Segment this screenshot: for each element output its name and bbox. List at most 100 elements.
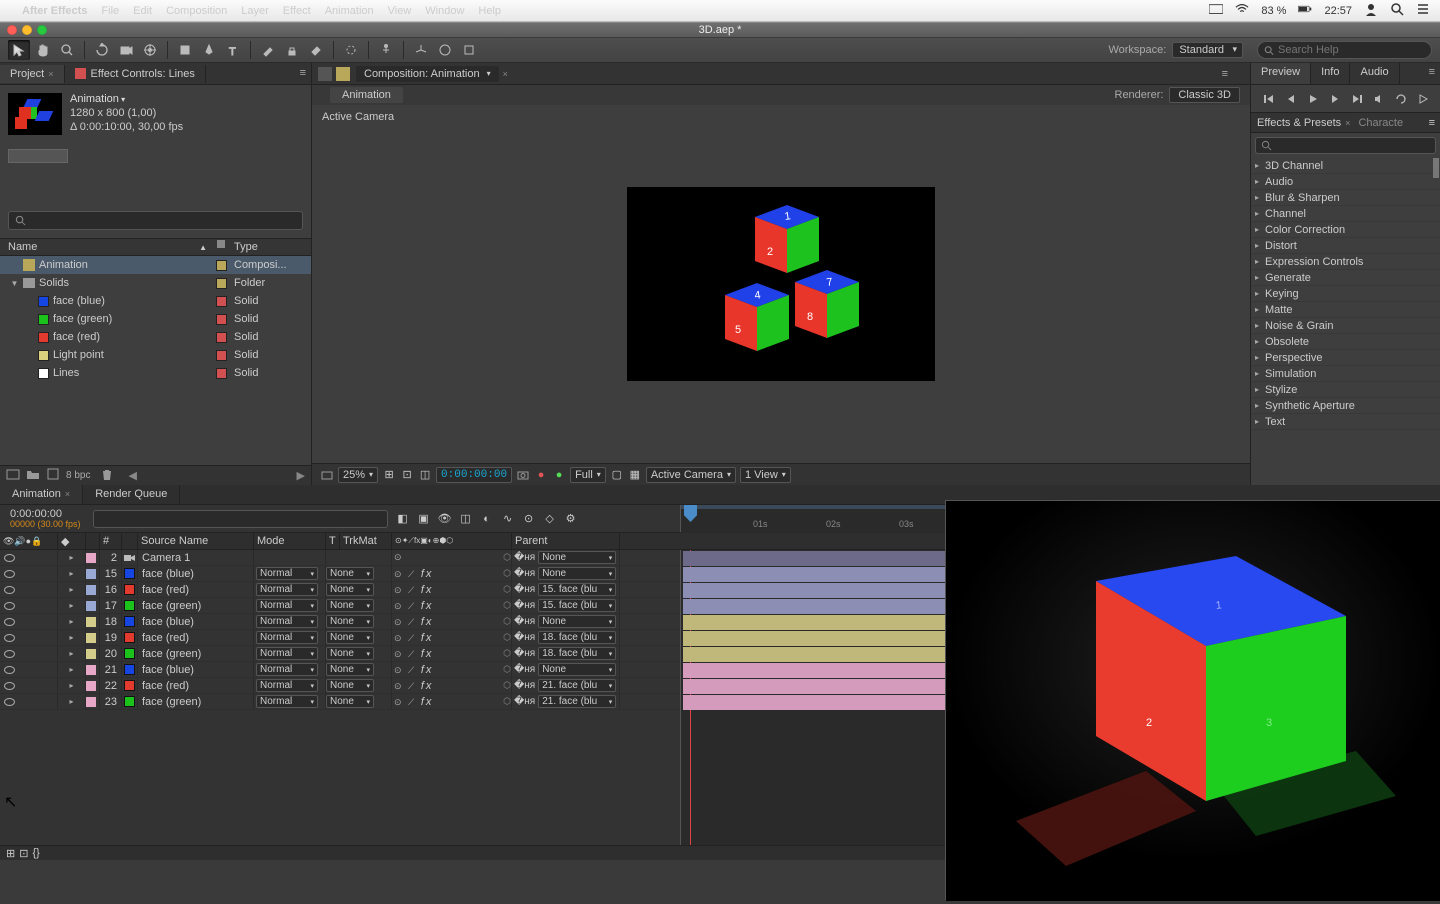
project-item[interactable]: face (green)Solid — [0, 310, 311, 328]
grid-icon[interactable]: ⊞ — [382, 468, 396, 482]
effect-category[interactable]: ▸Obsolete — [1251, 334, 1440, 350]
timeline-comp-tab[interactable]: Animation× — [0, 485, 83, 504]
effect-category[interactable]: ▸Distort — [1251, 238, 1440, 254]
effect-category[interactable]: ▸Blur & Sharpen — [1251, 190, 1440, 206]
preview-tab[interactable]: Preview — [1251, 63, 1311, 84]
rectangle-tool[interactable] — [174, 40, 196, 60]
render-queue-tab[interactable]: Render Queue — [83, 485, 180, 504]
effect-category[interactable]: ▸3D Channel — [1251, 158, 1440, 174]
current-timecode[interactable]: 0:00:00:00 00000 (30.00 fps) — [0, 509, 81, 529]
puppet-tool[interactable] — [375, 40, 397, 60]
draft-3d-icon[interactable]: ▣ — [415, 510, 433, 528]
resolution-dropdown[interactable]: Full — [570, 467, 606, 483]
menu-file[interactable]: File — [101, 5, 119, 17]
visibility-toggle[interactable] — [4, 634, 15, 642]
loop-button[interactable] — [1392, 91, 1410, 107]
effect-category[interactable]: ▸Color Correction — [1251, 222, 1440, 238]
channel-icon[interactable]: ● — [534, 468, 548, 482]
timeline-layer[interactable]: ▸2Camera 1⊙ ⬡�няNone — [0, 550, 680, 566]
pen-tool[interactable] — [198, 40, 220, 60]
effect-category[interactable]: ▸Keying — [1251, 286, 1440, 302]
panel-menu-icon[interactable]: ≡ — [1222, 68, 1228, 80]
timeline-layer[interactable]: ▸21face (blue)NormalNone⊙ ⟋ fx ⬡�няNone — [0, 662, 680, 678]
wifi-icon[interactable] — [1235, 2, 1249, 19]
new-folder-icon[interactable] — [26, 467, 40, 484]
effect-category[interactable]: ▸Stylize — [1251, 382, 1440, 398]
hand-tool[interactable] — [32, 40, 54, 60]
motion-blur-icon[interactable]: ◐ — [478, 510, 496, 528]
visibility-toggle[interactable] — [4, 570, 15, 578]
effect-category[interactable]: ▸Expression Controls — [1251, 254, 1440, 270]
toggle-modes-icon[interactable]: ⊡ — [19, 847, 28, 860]
brainstorm-icon[interactable]: ⊙ — [520, 510, 538, 528]
flowchart-icon[interactable] — [318, 67, 332, 81]
trash-icon[interactable] — [100, 467, 114, 484]
channel-icon2[interactable]: ● — [552, 468, 566, 482]
auto-keyframe-icon[interactable]: ◇ — [541, 510, 559, 528]
timeline-settings-icon[interactable]: ⚙ — [562, 510, 580, 528]
roi-icon[interactable]: ▢ — [610, 468, 624, 482]
project-item[interactable]: Light pointSolid — [0, 346, 311, 364]
ram-preview-button[interactable] — [1414, 91, 1432, 107]
audio-tab[interactable]: Audio — [1350, 63, 1399, 84]
project-list[interactable]: AnimationComposi...▼SolidsFolderface (bl… — [0, 256, 311, 465]
frame-blend-icon[interactable]: ◫ — [457, 510, 475, 528]
shy-icon[interactable]: 👁 — [436, 510, 454, 528]
effect-category[interactable]: ▸Channel — [1251, 206, 1440, 222]
zoom-dropdown[interactable]: 25% — [338, 467, 378, 483]
timeline-layer[interactable]: ▸23face (green)NormalNone⊙ ⟋ fx ⬡�ня21. … — [0, 694, 680, 710]
prev-frame-button[interactable] — [1282, 91, 1300, 107]
brush-tool[interactable] — [257, 40, 279, 60]
layer-list[interactable]: ▸2Camera 1⊙ ⬡�няNone▸15face (blue)Normal… — [0, 550, 680, 845]
effect-category[interactable]: ▸Audio — [1251, 174, 1440, 190]
user-icon[interactable] — [1364, 2, 1378, 19]
next-frame-button[interactable] — [1326, 91, 1344, 107]
window-titlebar[interactable]: 3D.aep * — [0, 22, 1440, 38]
visibility-toggle[interactable] — [4, 650, 15, 658]
effect-category[interactable]: ▸Noise & Grain — [1251, 318, 1440, 334]
character-tab[interactable]: Characte — [1358, 117, 1403, 129]
timeline-layer[interactable]: ▸15face (blue)NormalNone⊙ ⟋ fx ⬡�няNone — [0, 566, 680, 582]
comp-name[interactable]: Animation — [70, 93, 183, 105]
clone-stamp-tool[interactable] — [281, 40, 303, 60]
current-time[interactable]: 0:00:00:00 — [436, 467, 512, 483]
visibility-toggle[interactable] — [4, 602, 15, 610]
renderer-button[interactable]: Classic 3D — [1169, 87, 1240, 103]
next-arrow-icon[interactable]: ▶ — [297, 469, 305, 482]
menu-edit[interactable]: Edit — [133, 5, 152, 17]
guides-icon[interactable]: ⊡ — [400, 468, 414, 482]
playhead[interactable] — [684, 505, 697, 522]
camera-tool[interactable] — [115, 40, 137, 60]
project-search[interactable] — [8, 211, 303, 230]
view-dropdown[interactable]: Active Camera — [646, 467, 736, 483]
visibility-toggle[interactable] — [4, 618, 15, 626]
keyboard-icon[interactable] — [1209, 2, 1223, 19]
visibility-toggle[interactable] — [4, 682, 15, 690]
panel-menu-icon[interactable]: ≡ — [1429, 117, 1435, 129]
info-tab[interactable]: Info — [1311, 63, 1350, 84]
menu-animation[interactable]: Animation — [325, 5, 374, 17]
menu-layer[interactable]: Layer — [241, 5, 269, 17]
app-name[interactable]: After Effects — [22, 5, 87, 17]
eraser-tool[interactable] — [305, 40, 327, 60]
snapshot-icon[interactable] — [516, 468, 530, 482]
external-preview-window[interactable]: 2 3 1 — [945, 500, 1440, 900]
timeline-layer[interactable]: ▸18face (blue)NormalNone⊙ ⟋ fx ⬡�няNone — [0, 614, 680, 630]
effect-category[interactable]: ▸Simulation — [1251, 366, 1440, 382]
visibility-toggle[interactable] — [4, 666, 15, 674]
bit-depth[interactable]: 8 bpc — [66, 470, 90, 481]
mute-button[interactable] — [1370, 91, 1388, 107]
timeline-layer[interactable]: ▸19face (red)NormalNone⊙ ⟋ fx ⬡�ня18. fa… — [0, 630, 680, 646]
play-button[interactable] — [1304, 91, 1322, 107]
panel-menu-icon[interactable]: ≡ — [300, 67, 306, 79]
zoom-window[interactable] — [37, 25, 47, 35]
last-frame-button[interactable] — [1348, 91, 1366, 107]
zoom-tool[interactable] — [56, 40, 78, 60]
selection-tool[interactable] — [8, 40, 30, 60]
battery-icon[interactable] — [1298, 2, 1312, 19]
mask-icon[interactable]: ◫ — [418, 468, 432, 482]
nviews-dropdown[interactable]: 1 View — [740, 467, 791, 483]
first-frame-button[interactable] — [1260, 91, 1278, 107]
panel-menu-icon[interactable]: ≡ — [1424, 63, 1440, 84]
comp-mini-flowchart-icon[interactable]: ◧ — [394, 510, 412, 528]
